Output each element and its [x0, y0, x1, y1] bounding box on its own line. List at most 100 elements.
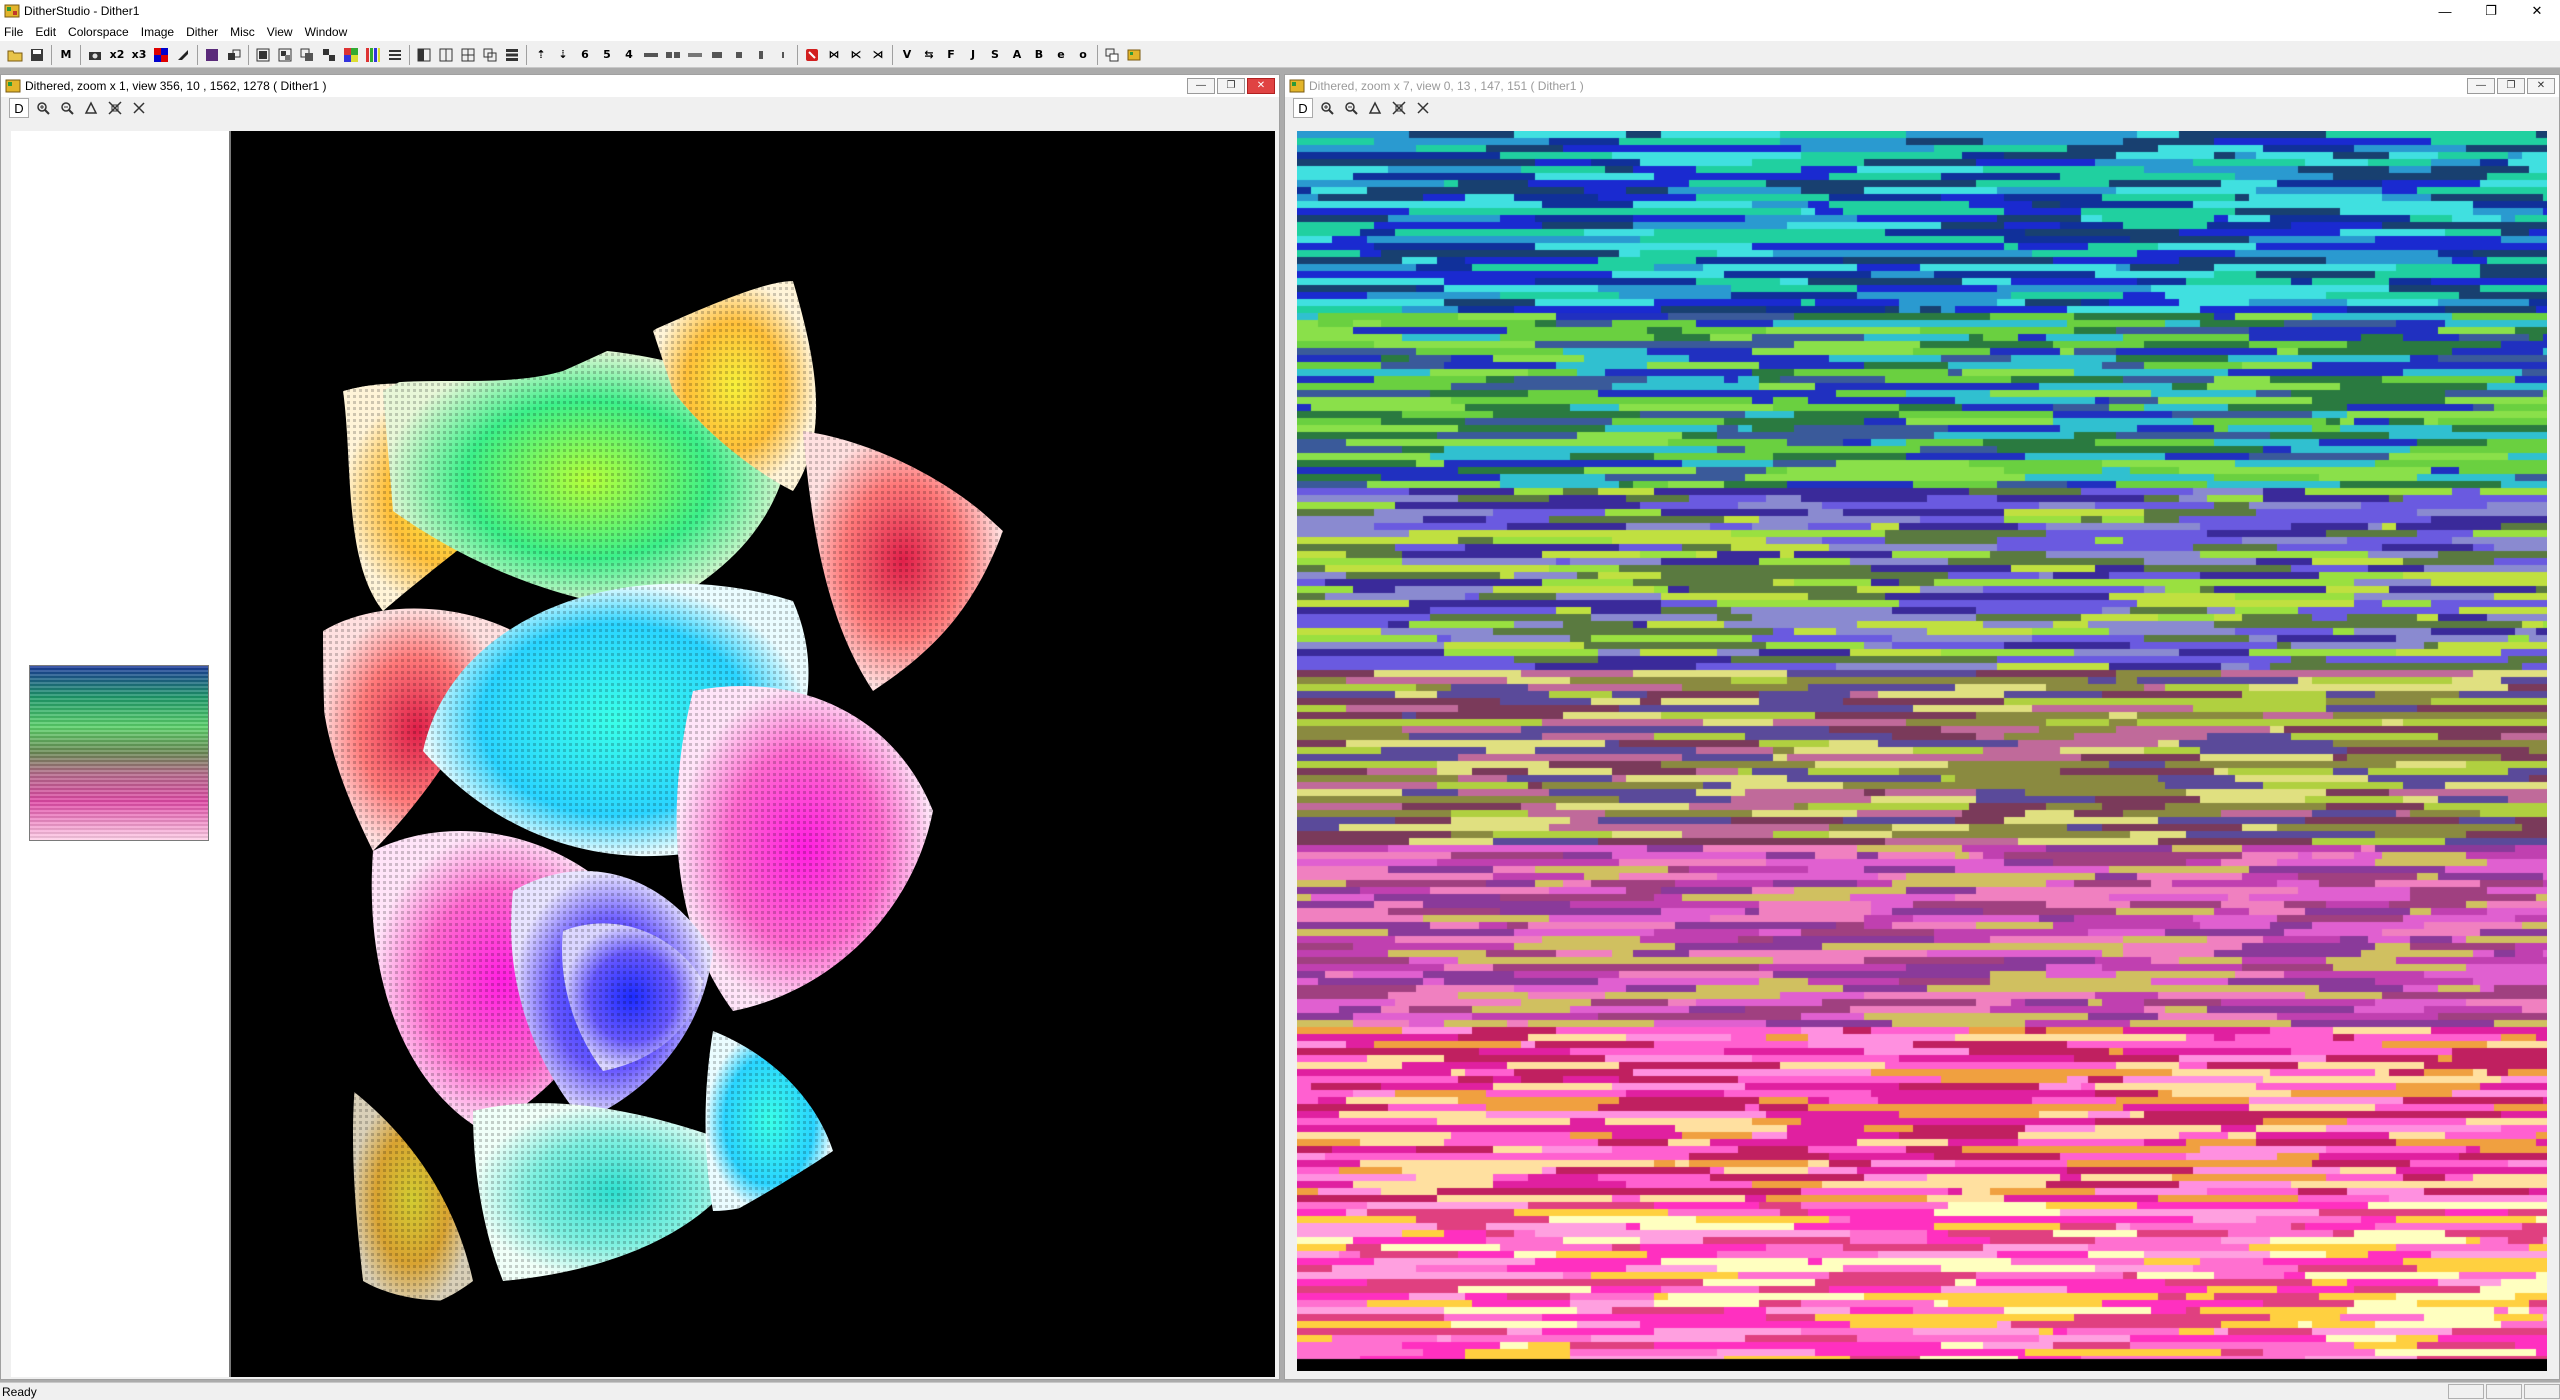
- tile-grid-icon[interactable]: [457, 44, 479, 66]
- grid-fill-icon[interactable]: [201, 44, 223, 66]
- camera-icon[interactable]: [84, 44, 106, 66]
- mini-6-icon[interactable]: [750, 44, 772, 66]
- right-image-window[interactable]: Dithered, zoom x 7, view 0, 13 , 147, 15…: [1284, 74, 2560, 1380]
- windows-icon[interactable]: [1101, 44, 1123, 66]
- brush-icon[interactable]: [172, 44, 194, 66]
- dither-1-icon[interactable]: ⋈: [823, 44, 845, 66]
- zoom-out-icon[interactable]: [57, 98, 77, 118]
- cascade-icon[interactable]: [479, 44, 501, 66]
- menu-view[interactable]: View: [261, 22, 299, 42]
- expand-icon[interactable]: [1389, 98, 1409, 118]
- mini-5-icon[interactable]: [728, 44, 750, 66]
- app-small-icon[interactable]: [1123, 44, 1145, 66]
- mini-1-icon[interactable]: [640, 44, 662, 66]
- mini-3-icon[interactable]: [684, 44, 706, 66]
- left-restore-button[interactable]: ❐: [1217, 78, 1245, 94]
- toolbar-separator: [797, 44, 798, 65]
- menu-misc[interactable]: Misc: [224, 22, 261, 42]
- status-pane: [2448, 1384, 2484, 1399]
- j-button[interactable]: J: [962, 44, 984, 66]
- left-image-window[interactable]: Dithered, zoom x 1, view 356, 10 , 1562,…: [0, 74, 1280, 1380]
- b-button[interactable]: B: [1028, 44, 1050, 66]
- color-bars-icon[interactable]: [362, 44, 384, 66]
- menu-colorspace[interactable]: Colorspace: [62, 22, 135, 42]
- layer4-icon[interactable]: [318, 44, 340, 66]
- right-window-caption[interactable]: Dithered, zoom x 7, view 0, 13 , 147, 15…: [1285, 75, 2559, 97]
- mini-4-icon[interactable]: [706, 44, 728, 66]
- app-icon: [4, 4, 20, 18]
- window-app-icon: [5, 79, 21, 93]
- right-d-button[interactable]: D: [1293, 98, 1313, 118]
- overview-thumbnail[interactable]: [29, 665, 209, 841]
- collapse-icon[interactable]: [129, 98, 149, 118]
- open-icon[interactable]: [4, 44, 26, 66]
- e-button[interactable]: e: [1050, 44, 1072, 66]
- color-grid-icon[interactable]: [340, 44, 362, 66]
- minimize-button[interactable]: —: [2422, 0, 2468, 22]
- level-6-button[interactable]: 6: [574, 44, 596, 66]
- menu-file[interactable]: File: [0, 22, 29, 42]
- split-view-icon[interactable]: [413, 44, 435, 66]
- swap-arrows-icon[interactable]: ⇆: [918, 44, 940, 66]
- a-button[interactable]: A: [1006, 44, 1028, 66]
- status-pane: [2486, 1384, 2522, 1399]
- left-d-button[interactable]: D: [9, 98, 29, 118]
- level-5-button[interactable]: 5: [596, 44, 618, 66]
- expand-icon[interactable]: [105, 98, 125, 118]
- zoomed-image-area[interactable]: [1297, 131, 2547, 1371]
- fit-icon[interactable]: [1365, 98, 1385, 118]
- dither-3-icon[interactable]: ⋊: [867, 44, 889, 66]
- save-icon[interactable]: [26, 44, 48, 66]
- arrows-down-icon[interactable]: ⇣: [552, 44, 574, 66]
- tile-icon[interactable]: [435, 44, 457, 66]
- left-minimize-button[interactable]: —: [1187, 78, 1215, 94]
- fit-icon[interactable]: [81, 98, 101, 118]
- status-pane: [2524, 1384, 2560, 1399]
- restore-button[interactable]: ❐: [2468, 0, 2514, 22]
- menu-image[interactable]: Image: [135, 22, 180, 42]
- color-solid-render: [233, 131, 1275, 1377]
- level-4-button[interactable]: 4: [618, 44, 640, 66]
- stop-icon[interactable]: [801, 44, 823, 66]
- status-bar: Ready: [0, 1382, 2560, 1400]
- toolbar-separator: [409, 44, 410, 65]
- v-button[interactable]: V: [896, 44, 918, 66]
- left-window-caption[interactable]: Dithered, zoom x 1, view 356, 10 , 1562,…: [1, 75, 1279, 97]
- s-button[interactable]: S: [984, 44, 1006, 66]
- rows-icon[interactable]: [501, 44, 523, 66]
- right-close-button[interactable]: ✕: [2527, 78, 2555, 94]
- left-image-area[interactable]: [11, 131, 1275, 1377]
- close-button[interactable]: ✕: [2514, 0, 2560, 22]
- layer1-icon[interactable]: [252, 44, 274, 66]
- zoomed-dither-canvas[interactable]: [1297, 131, 2547, 1371]
- palette-icon[interactable]: [150, 44, 172, 66]
- zoom-in-icon[interactable]: [33, 98, 53, 118]
- swap-icon[interactable]: [223, 44, 245, 66]
- menu-bar: File Edit Colorspace Image Dither Misc V…: [0, 22, 2560, 42]
- zoom-out-icon[interactable]: [1341, 98, 1361, 118]
- zoom-x3-button[interactable]: x3: [128, 44, 150, 66]
- layer3-icon[interactable]: [296, 44, 318, 66]
- menu-window[interactable]: Window: [299, 22, 354, 42]
- mini-7-icon[interactable]: [772, 44, 794, 66]
- toolbar-separator: [80, 44, 81, 65]
- dithered-image-canvas[interactable]: [233, 131, 1275, 1377]
- zoom-in-icon[interactable]: [1317, 98, 1337, 118]
- left-close-button[interactable]: ✕: [1247, 78, 1275, 94]
- menu-edit[interactable]: Edit: [29, 22, 62, 42]
- toolbar-separator: [51, 44, 52, 65]
- zoom-x2-button[interactable]: x2: [106, 44, 128, 66]
- mode-m-button[interactable]: M: [55, 44, 77, 66]
- right-minimize-button[interactable]: —: [2467, 78, 2495, 94]
- o-button[interactable]: o: [1072, 44, 1094, 66]
- list-icon[interactable]: [384, 44, 406, 66]
- arrows-up-icon[interactable]: ⇡: [530, 44, 552, 66]
- right-restore-button[interactable]: ❐: [2497, 78, 2525, 94]
- menu-dither[interactable]: Dither: [180, 22, 224, 42]
- title-bar: DitherStudio - Dither1 — ❐ ✕: [0, 0, 2560, 22]
- dither-2-icon[interactable]: ⋉: [845, 44, 867, 66]
- f-button[interactable]: F: [940, 44, 962, 66]
- mini-2-icon[interactable]: [662, 44, 684, 66]
- collapse-icon[interactable]: [1413, 98, 1433, 118]
- layer2-icon[interactable]: [274, 44, 296, 66]
